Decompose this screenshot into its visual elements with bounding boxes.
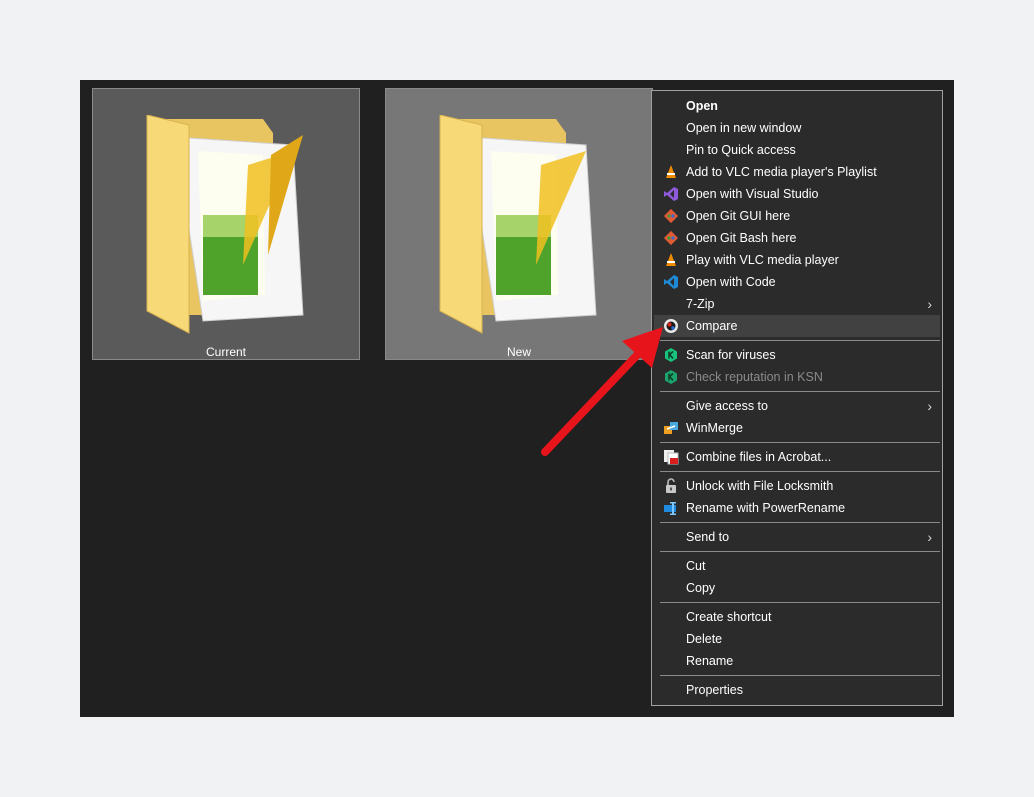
- menu-separator: [660, 471, 940, 472]
- menu-separator: [660, 522, 940, 523]
- menu-item-winmerge[interactable]: WinMerge: [654, 417, 940, 439]
- menu-item-open-new-window[interactable]: Open in new window: [654, 117, 940, 139]
- menu-item-powerrename[interactable]: Rename with PowerRename: [654, 497, 940, 519]
- menu-separator: [660, 551, 940, 552]
- menu-item-copy[interactable]: Copy: [654, 577, 940, 599]
- vscode-icon: [664, 275, 678, 289]
- menu-item-delete[interactable]: Delete: [654, 628, 940, 650]
- menu-item-open-with-code[interactable]: Open with Code: [654, 271, 940, 293]
- menu-separator: [660, 442, 940, 443]
- menu-separator: [660, 602, 940, 603]
- menu-item-scan-viruses[interactable]: Scan for viruses: [654, 344, 940, 366]
- menu-item-unlock-locksmith[interactable]: Unlock with File Locksmith: [654, 475, 940, 497]
- vlc-icon: [666, 165, 676, 178]
- chevron-right-icon: ›: [927, 398, 932, 414]
- winmerge-icon: [664, 422, 678, 434]
- menu-separator: [660, 340, 940, 341]
- context-menu: Open Open in new window Pin to Quick acc…: [651, 90, 943, 706]
- menu-item-git-bash[interactable]: Open Git Bash here: [654, 227, 940, 249]
- folder-label: Current: [205, 345, 246, 359]
- folder-icon: [439, 115, 597, 334]
- menu-item-rename[interactable]: Rename: [654, 650, 940, 672]
- menu-item-compare[interactable]: Compare: [654, 315, 940, 337]
- kaspersky-icon: [665, 370, 677, 384]
- folder-label: New: [506, 345, 531, 359]
- menu-item-cut[interactable]: Cut: [654, 555, 940, 577]
- powerrename-icon: [664, 502, 676, 515]
- compare-icon: [664, 319, 678, 333]
- menu-item-pin-quick-access[interactable]: Pin to Quick access: [654, 139, 940, 161]
- lock-icon: [666, 478, 676, 493]
- acrobat-icon: [664, 450, 679, 465]
- menu-item-visual-studio[interactable]: Open with Visual Studio: [654, 183, 940, 205]
- menu-item-open[interactable]: Open: [654, 95, 940, 117]
- menu-item-properties[interactable]: Properties: [654, 679, 940, 701]
- kaspersky-icon: [665, 348, 677, 362]
- menu-item-7zip[interactable]: 7-Zip ›: [654, 293, 940, 315]
- menu-item-combine-acrobat[interactable]: Combine files in Acrobat...: [654, 446, 940, 468]
- visual-studio-icon: [664, 187, 678, 201]
- folder-current[interactable]: Current: [92, 88, 360, 360]
- menu-item-send-to[interactable]: Send to ›: [654, 526, 940, 548]
- folder-new[interactable]: New: [385, 88, 653, 360]
- chevron-right-icon: ›: [927, 296, 932, 312]
- chevron-right-icon: ›: [927, 529, 932, 545]
- vlc-icon: [666, 253, 676, 266]
- git-icon: [663, 208, 679, 224]
- menu-item-vlc-play[interactable]: Play with VLC media player: [654, 249, 940, 271]
- menu-item-give-access[interactable]: Give access to ›: [654, 395, 940, 417]
- menu-separator: [660, 391, 940, 392]
- menu-separator: [660, 675, 940, 676]
- menu-item-git-gui[interactable]: Open Git GUI here: [654, 205, 940, 227]
- menu-item-vlc-playlist[interactable]: Add to VLC media player's Playlist: [654, 161, 940, 183]
- menu-item-create-shortcut[interactable]: Create shortcut: [654, 606, 940, 628]
- folder-icon: [146, 115, 304, 334]
- menu-item-check-reputation: Check reputation in KSN: [654, 366, 940, 388]
- git-icon: [663, 230, 679, 246]
